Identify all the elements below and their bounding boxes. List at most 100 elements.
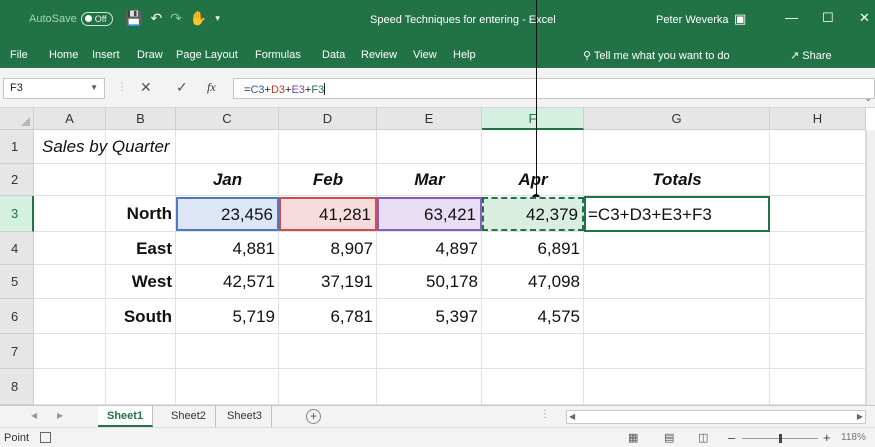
grid-cell[interactable] bbox=[584, 334, 770, 369]
split-handle-icon[interactable]: ⋮ bbox=[540, 409, 550, 420]
chevron-down-icon[interactable]: ▼ bbox=[90, 83, 98, 92]
grid-cell[interactable] bbox=[482, 334, 584, 369]
region-north[interactable]: North bbox=[106, 196, 176, 232]
grid-cell[interactable] bbox=[377, 334, 482, 369]
header-apr[interactable]: Apr bbox=[482, 164, 584, 196]
region-south[interactable]: South bbox=[106, 299, 176, 334]
grid-cell[interactable] bbox=[106, 334, 176, 369]
cell-e6[interactable]: 5,397 bbox=[377, 299, 482, 334]
vertical-scrollbar[interactable] bbox=[866, 130, 875, 405]
grid-cell[interactable] bbox=[770, 130, 866, 164]
column-header-a[interactable]: A bbox=[34, 108, 106, 130]
grid-cell[interactable] bbox=[34, 369, 106, 405]
tab-home[interactable]: Home bbox=[49, 49, 78, 61]
grid-cell[interactable] bbox=[584, 265, 770, 299]
tab-insert[interactable]: Insert bbox=[92, 49, 120, 61]
column-header-c[interactable]: C bbox=[176, 108, 279, 130]
column-header-h[interactable]: H bbox=[770, 108, 866, 130]
grid-cell[interactable] bbox=[770, 369, 866, 405]
maximize-icon[interactable]: ☐ bbox=[822, 10, 834, 26]
enter-check-icon[interactable]: ✓ bbox=[176, 79, 188, 96]
sheet-tab-3[interactable]: Sheet3 bbox=[218, 406, 272, 427]
grid-cell[interactable] bbox=[584, 232, 770, 265]
grid-cell[interactable] bbox=[770, 232, 866, 265]
tab-formulas[interactable]: Formulas bbox=[255, 49, 301, 61]
tab-help[interactable]: Help bbox=[453, 49, 476, 61]
cell-f5[interactable]: 47,098 bbox=[482, 265, 584, 299]
insert-function-icon[interactable]: fx bbox=[207, 80, 216, 95]
region-west[interactable]: West bbox=[106, 265, 176, 299]
cell-c5[interactable]: 42,571 bbox=[176, 265, 279, 299]
grid-cell[interactable] bbox=[584, 130, 770, 164]
grid-cell[interactable] bbox=[377, 369, 482, 405]
column-header-b[interactable]: B bbox=[106, 108, 176, 130]
grid-cell[interactable] bbox=[584, 369, 770, 405]
expand-formula-bar-icon[interactable]: ⌄ bbox=[864, 93, 872, 104]
grid-cell[interactable] bbox=[770, 164, 866, 196]
tab-review[interactable]: Review bbox=[361, 49, 397, 61]
row-header-4[interactable]: 4 bbox=[0, 232, 34, 265]
column-header-e[interactable]: E bbox=[377, 108, 482, 130]
autosave-toggle[interactable]: Off bbox=[80, 12, 113, 26]
cell-c4[interactable]: 4,881 bbox=[176, 232, 279, 265]
sheet-title[interactable]: Sales by Quarter bbox=[34, 130, 234, 164]
macro-record-icon[interactable] bbox=[40, 432, 51, 443]
page-layout-view-icon[interactable]: ▤ bbox=[664, 431, 674, 444]
save-icon[interactable]: 💾 bbox=[125, 9, 142, 27]
column-header-d[interactable]: D bbox=[279, 108, 377, 130]
name-box[interactable]: F3 ▼ bbox=[3, 78, 105, 99]
zoom-level[interactable]: 118% bbox=[841, 432, 866, 443]
normal-view-icon[interactable]: ▦ bbox=[628, 431, 638, 444]
grid-cell[interactable] bbox=[34, 196, 106, 232]
page-break-view-icon[interactable]: ◫ bbox=[698, 431, 708, 444]
cell-d5[interactable]: 37,191 bbox=[279, 265, 377, 299]
grid-cell[interactable] bbox=[176, 334, 279, 369]
scroll-right-arrow-icon[interactable]: ▶ bbox=[857, 412, 863, 421]
grid-cell[interactable] bbox=[34, 334, 106, 369]
customize-qat-icon[interactable]: ▾ bbox=[215, 9, 220, 27]
minimize-icon[interactable]: — bbox=[785, 10, 798, 25]
cell-c6[interactable]: 5,719 bbox=[176, 299, 279, 334]
user-name[interactable]: Peter Weverka bbox=[656, 14, 729, 26]
grid-cell[interactable] bbox=[279, 130, 377, 164]
formula-input[interactable]: =C3+D3+E3+F3 ⌄ bbox=[233, 78, 875, 103]
grid-cell[interactable] bbox=[770, 334, 866, 369]
sheet-tab-1[interactable]: Sheet1 bbox=[98, 406, 154, 427]
grid-cell[interactable] bbox=[482, 369, 584, 405]
grid-cell[interactable] bbox=[279, 369, 377, 405]
row-header-8[interactable]: 8 bbox=[0, 369, 34, 405]
header-feb[interactable]: Feb bbox=[279, 164, 377, 196]
row-header-3[interactable]: 3 bbox=[0, 196, 34, 232]
tab-file[interactable]: File bbox=[10, 49, 28, 61]
row-header-1[interactable]: 1 bbox=[0, 130, 34, 164]
tab-draw[interactable]: Draw bbox=[137, 49, 163, 61]
scroll-left-icon[interactable]: ◀ bbox=[31, 411, 37, 420]
cell-e4[interactable]: 4,897 bbox=[377, 232, 482, 265]
grid-cell[interactable] bbox=[176, 369, 279, 405]
touch-mode-icon[interactable]: ✋ bbox=[190, 9, 207, 27]
horizontal-scrollbar[interactable]: ◀ ▶ bbox=[566, 410, 866, 424]
cell-f6[interactable]: 4,575 bbox=[482, 299, 584, 334]
grid-cell[interactable] bbox=[34, 299, 106, 334]
zoom-slider-thumb[interactable] bbox=[779, 434, 782, 443]
zoom-in-icon[interactable]: + bbox=[823, 430, 831, 445]
header-jan[interactable]: Jan bbox=[176, 164, 279, 196]
select-all-button[interactable] bbox=[0, 108, 34, 130]
cell-c3[interactable]: 23,456 bbox=[176, 197, 279, 231]
share-button[interactable]: ↗ Share bbox=[790, 49, 832, 62]
tab-view[interactable]: View bbox=[413, 49, 437, 61]
row-header-2[interactable]: 2 bbox=[0, 164, 34, 196]
grid-cell[interactable] bbox=[34, 265, 106, 299]
cell-e3[interactable]: 63,421 bbox=[377, 197, 482, 231]
undo-icon[interactable]: ↶ bbox=[150, 9, 162, 27]
cell-g3-formula[interactable]: =C3+D3+E3+F3 bbox=[584, 196, 770, 232]
cancel-icon[interactable]: ✕ bbox=[140, 79, 152, 96]
grid-cell[interactable] bbox=[34, 164, 106, 196]
cell-d4[interactable]: 8,907 bbox=[279, 232, 377, 265]
column-header-f[interactable]: F bbox=[482, 108, 584, 130]
grid-cell[interactable] bbox=[34, 232, 106, 265]
grid-cell[interactable] bbox=[279, 334, 377, 369]
column-header-g[interactable]: G bbox=[584, 108, 770, 130]
cell-d3[interactable]: 41,281 bbox=[279, 197, 377, 231]
cell-f3[interactable]: 42,379 bbox=[482, 197, 584, 231]
